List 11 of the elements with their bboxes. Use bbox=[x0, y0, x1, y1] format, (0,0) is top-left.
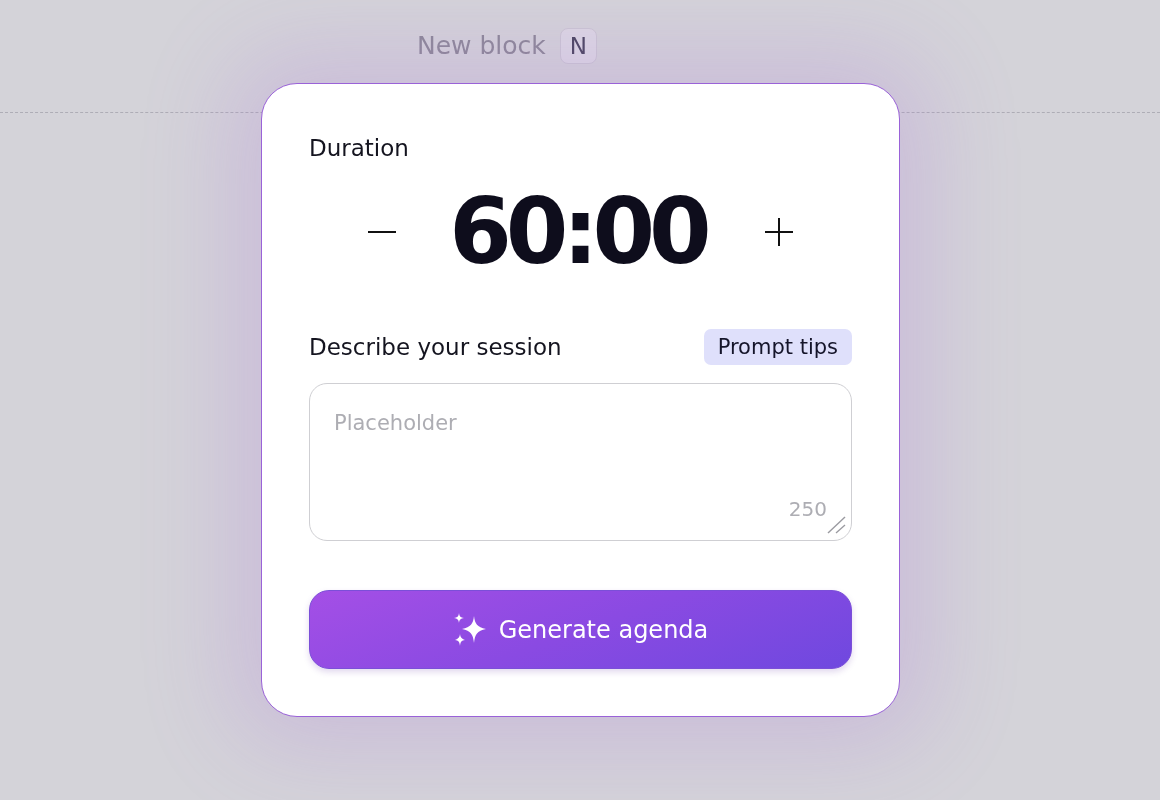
generate-agenda-button[interactable]: Generate agenda bbox=[309, 590, 852, 669]
shortcut-key: N bbox=[559, 28, 597, 64]
duration-label: Duration bbox=[309, 134, 409, 163]
resize-grip-icon[interactable] bbox=[827, 516, 846, 534]
block-title: New block bbox=[417, 30, 546, 62]
plus-icon bbox=[764, 218, 793, 246]
description-label: Describe your session bbox=[309, 333, 562, 362]
character-counter: 250 bbox=[788, 496, 827, 522]
duration-value: 60:00 bbox=[449, 182, 708, 282]
prompt-tips-button[interactable]: Prompt tips bbox=[703, 329, 852, 365]
minus-icon bbox=[368, 231, 397, 233]
